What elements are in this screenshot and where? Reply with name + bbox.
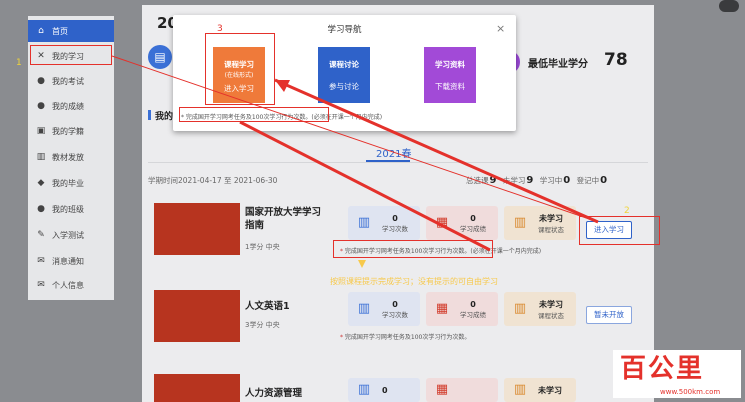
arrow-line-2 xyxy=(274,78,599,224)
watermark-logo: 百公里 xyxy=(620,354,705,384)
watermark-url: www.500km.com xyxy=(660,388,721,396)
arrow-line-3 xyxy=(239,120,491,252)
annotation-arrows xyxy=(111,55,599,252)
arrow-line-1 xyxy=(111,55,599,223)
